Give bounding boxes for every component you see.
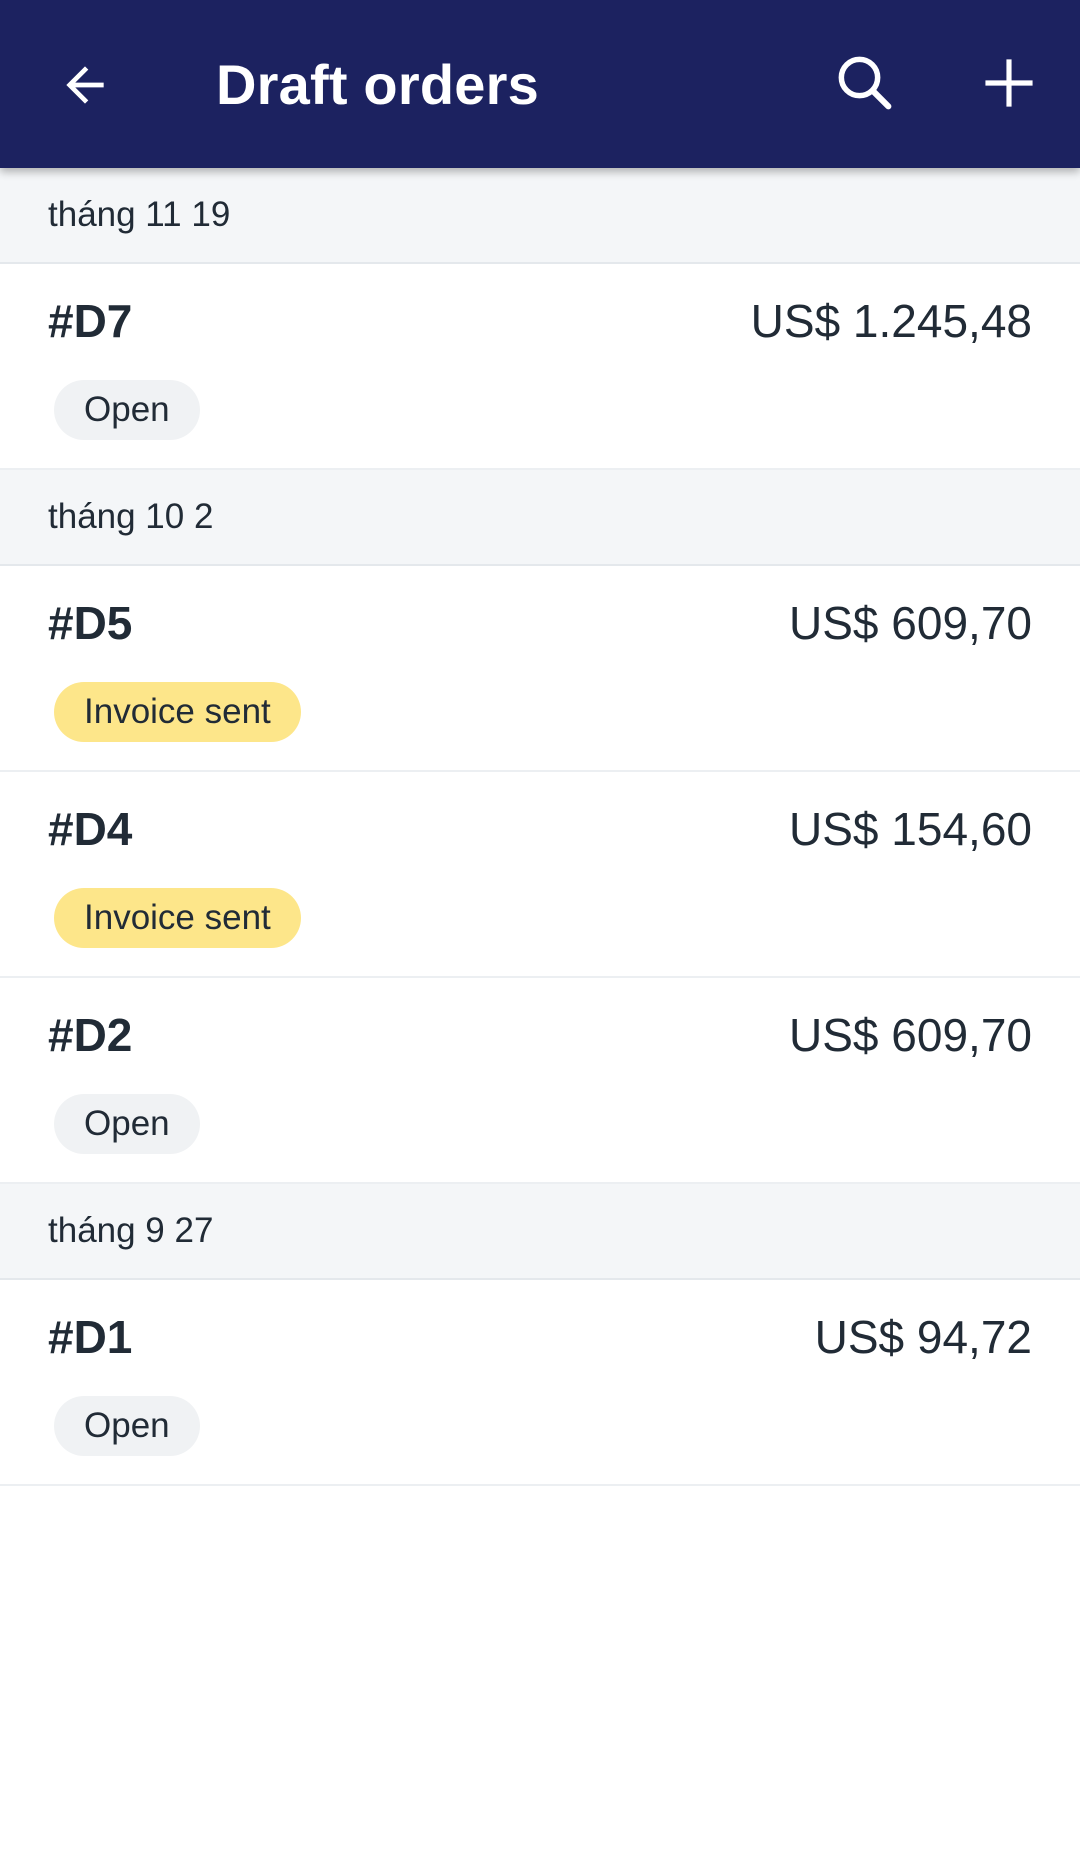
arrow-left-icon	[66, 66, 104, 104]
date-section-header: tháng 10 2	[0, 470, 1080, 566]
search-button[interactable]	[820, 38, 910, 128]
order-row-d7[interactable]: #D7 US$ 1.245,48 Open	[0, 264, 1080, 470]
search-icon	[838, 56, 892, 110]
order-number: #D1	[48, 1311, 133, 1363]
order-number: #D7	[48, 295, 133, 347]
status-badge: Invoice sent	[54, 682, 301, 742]
order-row-d1[interactable]: #D1 US$ 94,72 Open	[0, 1280, 1080, 1486]
order-row-d4[interactable]: #D4 US$ 154,60 Invoice sent	[0, 772, 1080, 978]
date-section-header: tháng 9 27	[0, 1184, 1080, 1280]
status-badge: Open	[54, 380, 200, 440]
date-section-header: tháng 11 19	[0, 168, 1080, 264]
order-total: US$ 1.245,48	[750, 295, 1032, 347]
order-number: #D5	[48, 597, 133, 649]
order-total: US$ 609,70	[789, 1009, 1032, 1061]
order-row-d5[interactable]: #D5 US$ 609,70 Invoice sent	[0, 566, 1080, 772]
status-badge: Open	[54, 1396, 200, 1456]
app-bar: Draft orders	[0, 0, 1080, 168]
order-total: US$ 609,70	[789, 597, 1032, 649]
status-badge: Invoice sent	[54, 888, 301, 948]
plus-icon	[985, 59, 1033, 107]
order-total: US$ 94,72	[814, 1311, 1032, 1363]
back-button[interactable]	[40, 40, 130, 130]
order-total: US$ 154,60	[789, 803, 1032, 855]
add-draft-order-button[interactable]	[964, 38, 1054, 128]
draft-orders-list: tháng 11 19 #D7 US$ 1.245,48 Open tháng …	[0, 168, 1080, 1486]
order-number: #D2	[48, 1009, 133, 1061]
order-row-d2[interactable]: #D2 US$ 609,70 Open	[0, 978, 1080, 1184]
order-number: #D4	[48, 803, 133, 855]
status-badge: Open	[54, 1094, 200, 1154]
page-title: Draft orders	[216, 53, 539, 116]
